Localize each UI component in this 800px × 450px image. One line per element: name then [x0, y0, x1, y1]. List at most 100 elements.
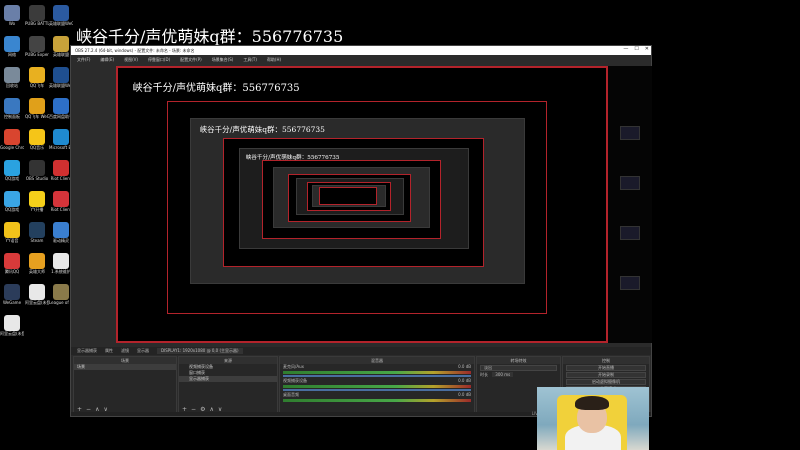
app-icon [53, 129, 69, 145]
nested-preview-frame [319, 187, 378, 206]
mixer-channel-label: 视频捕获设备 0.0 dB [280, 378, 474, 383]
nested-overlay-title: 峡谷千分/声优萌妹q群：556776735 [199, 125, 325, 135]
app-icon [53, 5, 69, 21]
desktop-icon[interactable]: QQ游戏 [0, 160, 24, 181]
desktop-icon[interactable]: QQ飞车 WeGame工具 [25, 98, 49, 119]
app-icon [4, 160, 20, 176]
desktop-icon[interactable]: PUBG BATTLEGR... [25, 5, 49, 26]
maximize-icon[interactable]: ☐ [634, 46, 638, 52]
scene-item[interactable]: 场景 [74, 364, 176, 370]
duration-label: 时长 [480, 372, 488, 377]
desktop-icon-label: QQ游戏 [4, 207, 20, 212]
desktop-icon-label: 英雄大师 [29, 269, 45, 274]
menu-docks[interactable]: 停靠窗口(D) [148, 57, 170, 63]
menu-edit[interactable]: 编辑(E) [100, 57, 114, 63]
app-icon [4, 284, 20, 300]
desktop-icon[interactable]: 英雄大师 [25, 253, 49, 274]
desktop-icon[interactable]: 腾讯QQ [0, 253, 24, 274]
menu-scene-collection[interactable]: 场景集合(S) [212, 57, 234, 63]
audio-meter [283, 371, 471, 374]
app-icon [53, 253, 69, 269]
duration-input[interactable]: 300 ms [492, 372, 514, 377]
obs-window[interactable]: OBS 27.2.4 (64-bit, windows) - 配置文件: 未命名… [70, 45, 652, 417]
display-select[interactable]: DISPLAY1: 1920x1080 @ 0,0 (主显示器) [157, 348, 243, 354]
desktop-icon-label: QQ飞车 WeGame工具 [25, 114, 49, 119]
obs-window-title: OBS 27.2.4 (64-bit, windows) - 配置文件: 未命名… [75, 47, 195, 53]
desktop-icon[interactable]: YY开播 [25, 191, 49, 212]
desktop-icon-label: 控制面板 [4, 114, 20, 119]
filters-button[interactable]: 滤镜 [121, 348, 129, 354]
side-thumb [620, 226, 640, 240]
volume-slider[interactable] [283, 375, 471, 377]
desktop-icon[interactable]: QQ飞车 [25, 67, 49, 88]
start-streaming-button[interactable]: 开始直播 [566, 365, 646, 371]
audio-meter [283, 385, 471, 388]
desktop-icon[interactable]: PUBG Experime... [25, 36, 49, 57]
app-icon [53, 36, 69, 52]
audio-mixer-dock: 混音器 麦克风/Aux 0.0 dB 视频捕获设备 0.0 dB 桌面音频 0.… [279, 356, 475, 416]
app-icon [29, 5, 45, 21]
mixer-title: 混音器 [280, 357, 474, 364]
desktop-icon-label: 阿里云盘(未登陆) [25, 300, 49, 305]
desktop-icon-label: YY语音 [5, 238, 19, 243]
app-icon [53, 222, 69, 238]
virtual-camera-button[interactable]: 启动虚拟摄像机 [566, 379, 646, 385]
transitions-title: 转场特效 [477, 357, 560, 364]
desktop-icon[interactable]: 控制面板 [0, 98, 24, 119]
desktop-icon[interactable]: 英雄联盟WeGame [49, 5, 73, 26]
desktop-icon-label: 腾讯QQ [4, 269, 20, 274]
desktop-icon-label: PUBG Experime... [25, 52, 49, 57]
app-icon [4, 67, 20, 83]
sources-dock: 来源 视频捕获设备 窗口捕获 显示器捕获 + − ⚙ ∧ ∨ [178, 356, 278, 416]
channel-level: 0.0 dB [458, 392, 471, 397]
obs-menubar: 文件(F) 编辑(E) 视图(V) 停靠窗口(D) 配置文件(P) 场景集合(S… [71, 55, 651, 64]
scenes-dock: 场景 场景 + − ∧ ∨ [73, 356, 177, 416]
side-thumb [620, 176, 640, 190]
app-icon [29, 191, 45, 207]
desktop-icon[interactable]: Wo [0, 5, 24, 26]
menu-tools[interactable]: 工具(T) [243, 57, 257, 63]
menu-profile[interactable]: 配置文件(P) [180, 57, 202, 63]
menu-file[interactable]: 文件(F) [77, 57, 90, 63]
start-recording-button[interactable]: 开始录制 [566, 372, 646, 378]
desktop-icon[interactable]: 网络 [0, 36, 24, 57]
app-icon [4, 36, 20, 52]
minimize-icon[interactable]: — [623, 46, 628, 52]
desktop-icon[interactable]: Google Chrome [0, 129, 24, 150]
channel-level: 0.0 dB [458, 364, 471, 369]
menu-view[interactable]: 视图(V) [124, 57, 138, 63]
desktop-icon[interactable]: Steam [25, 222, 49, 243]
properties-button[interactable]: 属性 [105, 348, 113, 354]
transition-select[interactable]: 淡出 [480, 365, 557, 371]
audio-meter [283, 399, 471, 402]
desktop-icon-label: 阿里云盘(未登陆) [0, 331, 24, 336]
menu-help[interactable]: 帮助(H) [267, 57, 281, 63]
app-icon [53, 191, 69, 207]
app-icon [53, 284, 69, 300]
window-buttons: — ☐ ✕ [623, 46, 649, 52]
app-icon [29, 253, 45, 269]
app-icon [29, 284, 45, 300]
obs-preview-canvas[interactable]: 峡谷千分/声优萌妹q群：556776735 峡谷千分/声优萌妹q群：5567767… [116, 66, 608, 343]
desktop-icon[interactable]: OBS Studio [25, 160, 49, 181]
desktop-icon-label: 网络 [8, 52, 16, 57]
source-item[interactable]: 显示器捕获 [179, 376, 277, 382]
controls-title: 控制 [563, 357, 649, 364]
desktop-icon[interactable]: 阿里云盘(未登陆) [25, 284, 49, 305]
desktop-icon-label: 回收站 [6, 83, 18, 88]
desktop-icon[interactable]: 回收站 [0, 67, 24, 88]
person-hair [575, 396, 609, 410]
stream-overlay-title: 峡谷千分/声优萌妹q群：556776735 [76, 27, 344, 46]
app-icon [29, 36, 45, 52]
volume-slider[interactable] [283, 389, 471, 391]
desktop-icon[interactable]: WeGame [0, 284, 24, 305]
close-icon[interactable]: ✕ [645, 46, 649, 52]
desktop-icon[interactable]: QQ游戏 [0, 191, 24, 212]
app-icon [53, 160, 69, 176]
desktop-icon[interactable]: QQ音乐 [25, 129, 49, 150]
obs-titlebar[interactable]: OBS 27.2.4 (64-bit, windows) - 配置文件: 未命名… [71, 46, 651, 55]
mixer-channel-label: 桌面音频 0.0 dB [280, 392, 474, 397]
source-context-bar: 显示器捕获 属性 滤镜 显示器 DISPLAY1: 1920x1080 @ 0,… [71, 347, 651, 355]
desktop-icon[interactable]: YY语音 [0, 222, 24, 243]
desktop-icon[interactable]: 阿里云盘(未登陆) [0, 315, 24, 336]
